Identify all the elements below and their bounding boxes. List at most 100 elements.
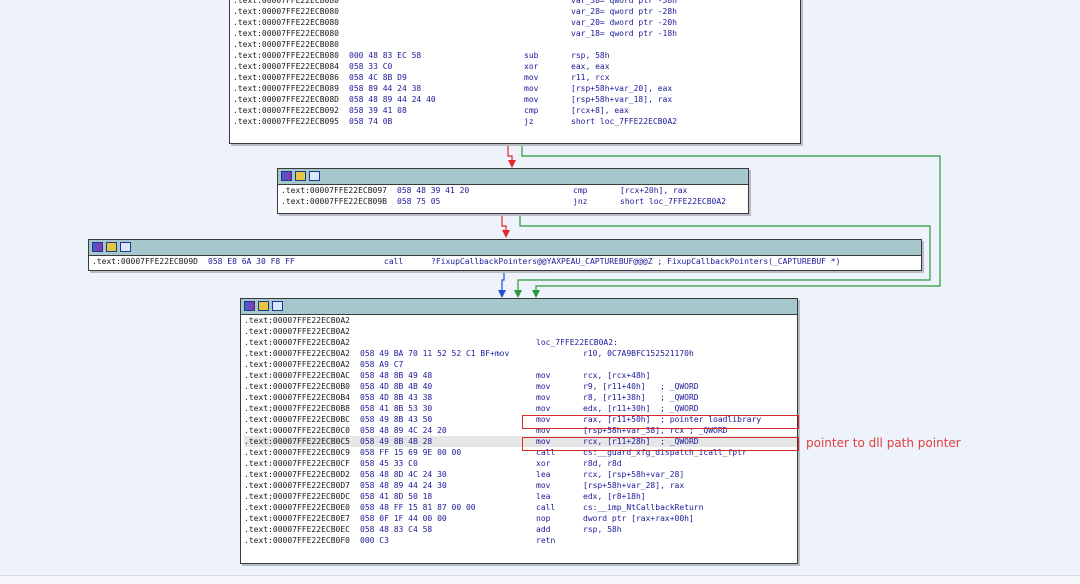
- asm-mnem: call: [384, 257, 404, 266]
- asm-line[interactable]: .text:00007FFE22ECB0C0 058 48 89 4C 24 20…: [244, 425, 797, 436]
- asm-bytes: 058 41 8B 53 30: [360, 404, 433, 413]
- grid-icon[interactable]: [120, 242, 131, 252]
- asm-line[interactable]: .text:00007FFE22ECB080 var_20= dword ptr …: [233, 17, 800, 28]
- grid-icon[interactable]: [272, 301, 283, 311]
- asm-addr: .text:00007FFE22ECB0A2: [244, 327, 350, 336]
- asm-line[interactable]: .text:00007FFE22ECB08D 058 48 89 44 24 40…: [233, 94, 800, 105]
- asm-line[interactable]: .text:00007FFE22ECB0DC 058 41 8D 50 18 lea…: [244, 491, 797, 502]
- asm-line[interactable]: .text:00007FFE22ECB092 058 39 41 08 cmp [rc…: [233, 105, 800, 116]
- asm-mnem: loc_7FFE22ECB0A2:: [536, 338, 618, 347]
- asm-line[interactable]: .text:00007FFE22ECB0B4 058 4D 8B 43 38 mov…: [244, 392, 797, 403]
- asm-bytes: 058 4D 8B 4B 40: [360, 382, 433, 391]
- code-block-cmp[interactable]: .text:00007FFE22ECB097 058 48 39 41 20 cmp…: [277, 168, 749, 214]
- asm-line[interactable]: .text:00007FFE22ECB0A2: [244, 315, 797, 326]
- code-lines: .text:00007FFE22ECB09D 058 E8 6A 30 F8 FF…: [89, 256, 921, 267]
- asm-line[interactable]: .text:00007FFE22ECB0B0 058 4D 8B 4B 40 mov…: [244, 381, 797, 392]
- asm-mnem: call: [536, 503, 556, 512]
- graph-icon[interactable]: [244, 301, 255, 311]
- code-block-entry[interactable]: .text:00007FFE22ECB080 var_38= qword ptr …: [229, 0, 801, 144]
- asm-ops: [rsp+58h+var_18], rax: [571, 95, 673, 104]
- asm-addr: .text:00007FFE22ECB0CF: [244, 459, 350, 468]
- asm-bytes: 058 49 BA 70 11 52 52 C1 BF+mov: [360, 349, 510, 358]
- asm-addr: .text:00007FFE22ECB08D: [233, 95, 339, 104]
- asm-line[interactable]: .text:00007FFE22ECB0BC 058 49 8B 43 50 mov…: [244, 414, 797, 425]
- edge-false-2: [501, 213, 507, 232]
- asm-ops: [rsp+58h+var_20], eax: [571, 84, 673, 93]
- asm-line[interactable]: .text:00007FFE22ECB084 058 33 C0 xor eax, e…: [233, 61, 800, 72]
- asm-line[interactable]: .text:00007FFE22ECB080: [233, 39, 800, 50]
- asm-line[interactable]: .text:00007FFE22ECB0D7 058 48 89 44 24 30…: [244, 480, 797, 491]
- asm-line[interactable]: .text:00007FFE22ECB089 058 89 44 24 38 mov…: [233, 83, 800, 94]
- asm-line[interactable]: .text:00007FFE22ECB0F0 000 C3 retn: [244, 535, 797, 546]
- asm-line[interactable]: .text:00007FFE22ECB0A2 058 49 BA 70 11 52…: [244, 348, 797, 359]
- asm-line[interactable]: .text:00007FFE22ECB0E7 058 0F 1F 44 00 00…: [244, 513, 797, 524]
- edge-uncond-arrow: [498, 290, 506, 298]
- asm-addr: .text:00007FFE22ECB0C0: [244, 426, 350, 435]
- asm-addr: .text:00007FFE22ECB0C5: [244, 437, 350, 446]
- asm-addr: .text:00007FFE22ECB080: [233, 40, 339, 49]
- asm-ops: short loc_7FFE22ECB0A2: [620, 197, 726, 206]
- edit-icon[interactable]: [295, 171, 306, 181]
- asm-line[interactable]: .text:00007FFE22ECB0A2 058 A9 C7: [244, 359, 797, 370]
- asm-ops: rcx, [rcx+48h]: [583, 371, 651, 380]
- asm-addr: .text:00007FFE22ECB092: [233, 106, 339, 115]
- asm-line[interactable]: .text:00007FFE22ECB0EC 058 48 83 C4 58 add…: [244, 524, 797, 535]
- asm-mnem: cmp: [573, 186, 588, 195]
- asm-mnem: jnz: [573, 197, 588, 206]
- asm-line[interactable]: .text:00007FFE22ECB0AC 058 48 8B 49 48 mov…: [244, 370, 797, 381]
- asm-ops: rcx, [r11+28h] ; _QWORD: [583, 437, 699, 446]
- asm-line[interactable]: .text:00007FFE22ECB095 058 74 0B jz short l…: [233, 116, 800, 127]
- grid-icon[interactable]: [309, 171, 320, 181]
- asm-line[interactable]: .text:00007FFE22ECB0CF 058 45 33 C0 xor r8d…: [244, 458, 797, 469]
- asm-ops: edx, [r8+18h]: [583, 492, 646, 501]
- asm-mnem: mov: [536, 415, 551, 424]
- asm-line[interactable]: .text:00007FFE22ECB080 var_18= qword ptr …: [233, 28, 800, 39]
- code-block-main[interactable]: .text:00007FFE22ECB0A2 .text:00007FFE22EC…: [240, 298, 798, 564]
- asm-ops: var_28= qword ptr -28h: [571, 7, 677, 16]
- asm-ops: [rsp+58h+var_28], rax: [583, 481, 685, 490]
- asm-line[interactable]: .text:00007FFE22ECB0E0 058 48 FF 15 81 87…: [244, 502, 797, 513]
- asm-bytes: 058 0F 1F 44 00 00: [360, 514, 447, 523]
- asm-addr: .text:00007FFE22ECB086: [233, 73, 339, 82]
- asm-mnem: mov: [536, 404, 551, 413]
- graph-icon[interactable]: [281, 171, 292, 181]
- asm-ops: dword ptr [rax+rax+00h]: [583, 514, 694, 523]
- asm-addr: .text:00007FFE22ECB0E7: [244, 514, 350, 523]
- asm-bytes: 058 A9 C7: [360, 360, 404, 369]
- edit-icon[interactable]: [106, 242, 117, 252]
- edge-true-1-arrow: [532, 290, 540, 298]
- asm-ops: ?FixupCallbackPointers@@YAXPEAU_CAPTUREB…: [431, 257, 841, 266]
- asm-line[interactable]: .text:00007FFE22ECB097 058 48 39 41 20 cmp…: [281, 185, 748, 196]
- asm-addr: .text:00007FFE22ECB0B0: [244, 382, 350, 391]
- edit-icon[interactable]: [258, 301, 269, 311]
- asm-addr: .text:00007FFE22ECB080: [233, 29, 339, 38]
- asm-mnem: xor: [524, 62, 539, 71]
- asm-ops: rsp, 58h: [583, 525, 622, 534]
- asm-line[interactable]: .text:00007FFE22ECB0A2: [244, 326, 797, 337]
- asm-line[interactable]: .text:00007FFE22ECB09D 058 E8 6A 30 F8 FF…: [92, 256, 921, 267]
- asm-addr: .text:00007FFE22ECB0BC: [244, 415, 350, 424]
- asm-line[interactable]: .text:00007FFE22ECB080 000 48 83 EC 58 sub…: [233, 50, 800, 61]
- asm-addr: .text:00007FFE22ECB080: [233, 18, 339, 27]
- code-block-call[interactable]: .text:00007FFE22ECB09D 058 E8 6A 30 F8 FF…: [88, 239, 922, 271]
- asm-line[interactable]: .text:00007FFE22ECB080 var_28= qword ptr …: [233, 6, 800, 17]
- asm-ops: r8d, r8d: [583, 459, 622, 468]
- asm-mnem: mov: [524, 95, 539, 104]
- asm-bytes: 058 FF 15 69 9E 00 00: [360, 448, 462, 457]
- asm-line[interactable]: .text:00007FFE22ECB0C5 058 49 8B 4B 28 mov…: [244, 436, 797, 447]
- asm-addr: .text:00007FFE22ECB0DC: [244, 492, 350, 501]
- graph-icon[interactable]: [92, 242, 103, 252]
- asm-line[interactable]: .text:00007FFE22ECB09B 058 75 05 jnz short …: [281, 196, 748, 207]
- asm-bytes: 058 33 C0: [349, 62, 393, 71]
- asm-line[interactable]: .text:00007FFE22ECB086 058 4C 8B D9 mov r11…: [233, 72, 800, 83]
- asm-line[interactable]: .text:00007FFE22ECB0A2 loc_7FFE22ECB0A2:: [244, 337, 797, 348]
- asm-ops: var_20= dword ptr -20h: [571, 18, 677, 27]
- block-titlebar: [241, 299, 797, 315]
- asm-line[interactable]: .text:00007FFE22ECB0D2 058 48 8D 4C 24 30…: [244, 469, 797, 480]
- asm-addr: .text:00007FFE22ECB080: [233, 51, 339, 60]
- asm-line[interactable]: .text:00007FFE22ECB0B8 058 41 8B 53 30 mov…: [244, 403, 797, 414]
- asm-bytes: 058 48 8B 49 48: [360, 371, 433, 380]
- asm-addr: .text:00007FFE22ECB095: [233, 117, 339, 126]
- asm-line[interactable]: .text:00007FFE22ECB0C9 058 FF 15 69 9E 00…: [244, 447, 797, 458]
- asm-ops: r8, [r11+38h] ; _QWORD: [583, 393, 699, 402]
